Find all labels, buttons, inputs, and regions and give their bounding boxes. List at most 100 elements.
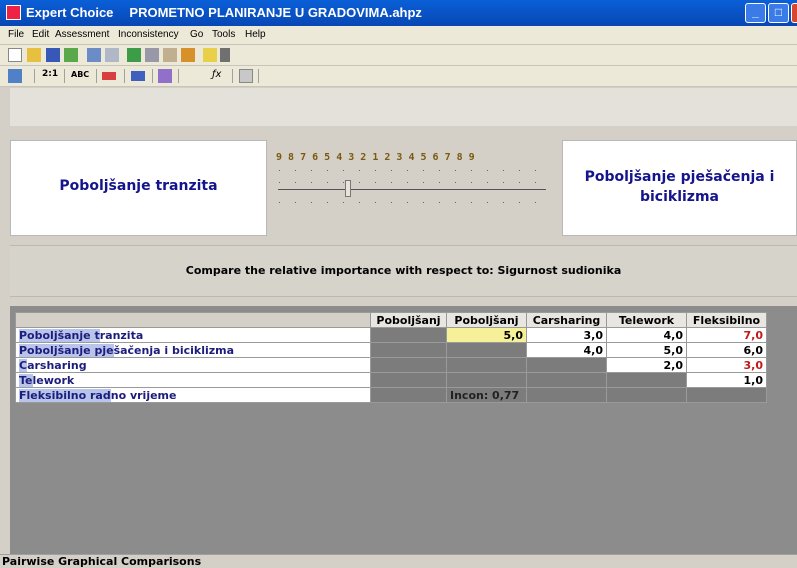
row-header-highlight: C <box>19 358 28 372</box>
matrix-row: Poboljšanje pješačenja i biciklizma 4,0 … <box>15 342 767 358</box>
comparison-toolbar: 2:1 ABC ƒx <box>0 66 797 87</box>
scale-dot <box>439 202 440 203</box>
scale-dot <box>359 182 360 183</box>
menu-assessment[interactable]: Assessment <box>55 29 109 40</box>
column-header[interactable]: Fleksibilno <box>686 312 767 328</box>
check-icon[interactable] <box>64 48 78 62</box>
matrix-cell[interactable]: 1,0 <box>686 372 767 388</box>
scale-dot <box>279 170 280 171</box>
inconsistency-value: Incon: 0,77 <box>446 387 527 403</box>
open-folder-icon[interactable] <box>27 48 41 62</box>
formula-icon[interactable]: ƒx <box>212 69 221 80</box>
scale-dot <box>519 202 520 203</box>
scale-dot <box>343 202 344 203</box>
scale-dot <box>455 170 456 171</box>
scale-dot <box>423 182 424 183</box>
row-header-highlight: Te <box>19 373 33 387</box>
bar-chart-icon[interactable] <box>131 71 145 81</box>
scale-dot <box>407 182 408 183</box>
matrix-cell[interactable]: 3,0 <box>686 357 767 373</box>
row-header[interactable]: Poboljšanje pješačenja i biciklizma <box>15 342 371 358</box>
arrow-icon[interactable] <box>220 48 230 62</box>
scale-dot <box>343 170 344 171</box>
scale-dot <box>311 170 312 171</box>
scale-dot <box>407 170 408 171</box>
link-icon[interactable] <box>145 48 159 62</box>
new-file-icon[interactable] <box>8 48 22 62</box>
scale-dot <box>327 202 328 203</box>
matrix-cell <box>526 372 607 388</box>
scale-numbers: 9 8 7 6 5 4 3 2 1 2 3 4 5 6 7 8 9 <box>276 152 475 163</box>
menu-inconsistency[interactable]: Inconsistency <box>118 29 179 40</box>
app-icon <box>6 5 21 20</box>
matrix-row: Telework 1,0 <box>15 372 767 388</box>
model-icon[interactable] <box>127 48 141 62</box>
matrix-cell <box>446 342 527 358</box>
scale-dot <box>471 202 472 203</box>
scale-dot <box>455 202 456 203</box>
column-header[interactable]: Carsharing <box>526 312 607 328</box>
help-pointer-icon[interactable] <box>203 48 217 62</box>
matrix-cell <box>370 357 447 373</box>
close-button[interactable]: × <box>791 3 797 23</box>
column-header[interactable]: Telework <box>606 312 687 328</box>
numerical-comparison-tab[interactable]: 2:1 <box>42 69 58 79</box>
scale-dot <box>391 182 392 183</box>
scale-dot <box>471 170 472 171</box>
verbal-comparison-tab[interactable]: ABC <box>71 70 89 79</box>
slider-thumb[interactable] <box>345 180 351 197</box>
print-icon[interactable] <box>87 48 101 62</box>
matrix-cell[interactable]: 2,0 <box>606 357 687 373</box>
matrix-corner <box>15 312 371 328</box>
menu-edit[interactable]: Edit <box>32 29 49 40</box>
matrix-cell[interactable]: 3,0 <box>526 327 607 343</box>
scale-dot <box>535 182 536 183</box>
matrix-cell[interactable]: 5,0 <box>606 342 687 358</box>
minimize-button[interactable]: _ <box>745 3 766 23</box>
graphical-comparison-icon[interactable] <box>102 72 116 80</box>
row-header[interactable]: Telework <box>15 372 371 388</box>
column-header[interactable]: Poboljšanj <box>370 312 447 328</box>
save-icon[interactable] <box>46 48 60 62</box>
scale-dot <box>391 202 392 203</box>
scale-dot <box>503 170 504 171</box>
scale-dot <box>279 202 280 203</box>
matrix-cell[interactable]: 7,0 <box>686 327 767 343</box>
grid-view-icon[interactable] <box>239 69 253 83</box>
row-header[interactable]: Poboljšanje tranzita <box>15 327 371 343</box>
matrix-cell[interactable]: 4,0 <box>606 327 687 343</box>
scale-dot <box>375 202 376 203</box>
left-item-box: Poboljšanje tranzita <box>10 140 267 236</box>
matrix-cell <box>526 357 607 373</box>
column-header[interactable]: Poboljšanj <box>446 312 527 328</box>
scale-dot <box>535 202 536 203</box>
menu-help[interactable]: Help <box>245 29 266 40</box>
scale-dot <box>327 170 328 171</box>
scale-dot <box>423 202 424 203</box>
row-header-highlight: Fleksibilno rad <box>19 388 111 402</box>
row-header[interactable]: Carsharing <box>15 357 371 373</box>
matrix-cell <box>526 387 607 403</box>
hierarchy-icon[interactable] <box>8 69 22 83</box>
menu-go[interactable]: Go <box>190 29 203 40</box>
menu-tools[interactable]: Tools <box>212 29 235 40</box>
scale-dot <box>423 170 424 171</box>
maximize-button[interactable]: □ <box>768 3 789 23</box>
row-header[interactable]: Fleksibilno radno vrijeme <box>15 387 371 403</box>
scale-dot <box>439 170 440 171</box>
matrix-cell[interactable]: 4,0 <box>526 342 607 358</box>
scale-dot <box>375 170 376 171</box>
matrix-cell[interactable]: 6,0 <box>686 342 767 358</box>
scale-dot <box>311 182 312 183</box>
preview-icon[interactable] <box>105 48 119 62</box>
pairwise-matrix: Poboljšanj Poboljšanj Carsharing Telewor… <box>15 312 767 403</box>
scale-dot <box>359 170 360 171</box>
filter-icon[interactable] <box>158 69 172 83</box>
matrix-row: Fleksibilno radno vrijeme Incon: 0,77 <box>15 387 767 403</box>
scale-dot <box>295 202 296 203</box>
menu-file[interactable]: File <box>8 29 24 40</box>
matrix-cell-selected[interactable]: 5,0 <box>446 327 527 343</box>
matrix-cell <box>686 387 767 403</box>
tools-icon[interactable] <box>163 48 177 62</box>
settings-icon[interactable] <box>181 48 195 62</box>
